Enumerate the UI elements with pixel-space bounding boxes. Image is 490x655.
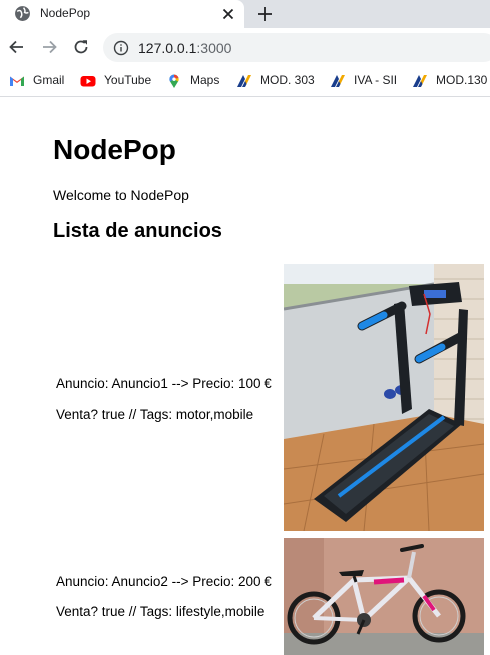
browser-tab[interactable]: NodePop xyxy=(0,0,244,28)
ad-title-price: Anuncio: Anuncio2 --> Precio: 200 € xyxy=(56,574,272,589)
ad-title-price: Anuncio: Anuncio1 --> Precio: 100 € xyxy=(56,376,272,391)
maps-icon xyxy=(169,74,179,88)
bookmark-label: MOD.130 xyxy=(436,73,488,87)
page-title: NodePop xyxy=(53,134,176,165)
forward-arrow-icon[interactable] xyxy=(39,37,59,57)
bookmark-label: IVA - SII xyxy=(354,73,398,87)
bookmark-label: Gmail xyxy=(33,73,65,87)
info-icon[interactable] xyxy=(113,40,129,56)
welcome-text: Welcome to NodePop xyxy=(53,187,189,203)
bookmark-label: MOD. 303 xyxy=(260,73,315,87)
list-heading: Lista de anuncios xyxy=(53,220,222,242)
aeat-icon xyxy=(237,75,251,87)
tab-strip: NodePop xyxy=(0,0,490,28)
reload-icon[interactable] xyxy=(71,37,91,57)
ad-item: Anuncio: Anuncio1 --> Precio: 100 € Vent… xyxy=(53,264,490,531)
url-host: 127.0.0.1 xyxy=(138,40,197,56)
tab-title: NodePop xyxy=(40,6,91,20)
gmail-icon xyxy=(10,76,24,86)
new-tab-icon[interactable] xyxy=(255,4,275,24)
aeat-icon xyxy=(331,75,345,87)
ad-sale-tags: Venta? true // Tags: motor,mobile xyxy=(56,407,254,422)
globe-icon xyxy=(15,6,30,21)
youtube-icon xyxy=(80,76,96,87)
close-tab-icon[interactable] xyxy=(219,5,237,23)
page-content: NodePop Welcome to NodePop Lista de anun… xyxy=(0,97,490,655)
bicycle-photo xyxy=(284,538,484,655)
ad-sale-tags: Venta? true // Tags: lifestyle,mobile xyxy=(56,604,265,619)
ad-item: Anuncio: Anuncio2 --> Precio: 200 € Vent… xyxy=(53,538,490,655)
browser-toolbar: 127.0.0.1:3000 xyxy=(0,28,490,66)
aeat-icon xyxy=(413,75,427,87)
treadmill-photo xyxy=(284,264,484,531)
bookmarks-bar: Gmail YouTube Maps MOD. 303 IVA - SII MO… xyxy=(0,66,490,97)
back-arrow-icon[interactable] xyxy=(7,37,27,57)
bookmark-label: YouTube xyxy=(104,73,152,87)
url-text[interactable]: 127.0.0.1:3000 xyxy=(138,40,231,56)
bookmark-label: Maps xyxy=(190,73,220,87)
url-port: :3000 xyxy=(196,40,232,56)
address-bar[interactable]: 127.0.0.1:3000 xyxy=(103,33,490,62)
